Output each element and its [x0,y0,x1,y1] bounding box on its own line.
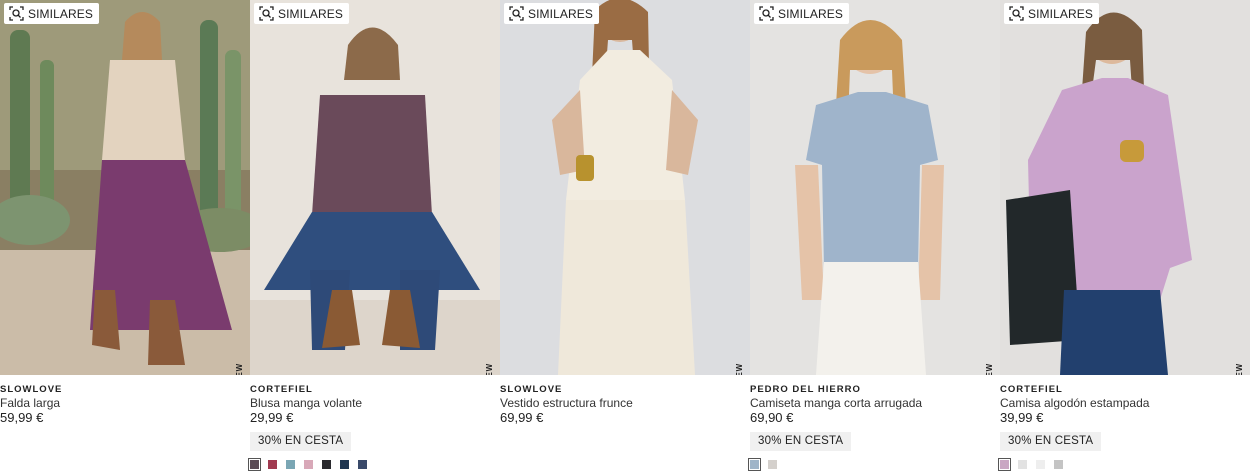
color-swatch[interactable] [358,460,367,469]
new-badge: NEW [1235,363,1244,375]
similar-button[interactable]: SIMILARES [254,3,349,24]
color-swatch[interactable] [768,460,777,469]
color-swatch[interactable] [286,460,295,469]
new-badge: NEW [485,363,494,375]
product-name[interactable]: Falda larga [0,396,250,410]
product-grid: SIMILARES NEW SLOWLOVE Falda larga 59,99… [0,0,1250,472]
product-image[interactable]: SIMILARES NEW [0,0,250,375]
color-swatch[interactable] [1054,460,1063,469]
promo-badge: 30% EN CESTA [1000,432,1102,451]
new-badge: NEW [985,363,994,375]
product-brand: SLOWLOVE [500,384,563,395]
product-card[interactable]: SIMILARES NEW CORTEFIEL Camisa algodón e… [998,0,1250,472]
similar-button[interactable]: SIMILARES [754,3,849,24]
similar-search-icon [259,6,274,21]
product-image[interactable]: SIMILARES NEW [750,0,1000,375]
product-price: 39,99 € [1000,410,1044,425]
color-swatch[interactable] [322,460,331,469]
product-card[interactable]: SIMILARES NEW PEDRO DEL HIERRO Camiseta … [748,0,1000,472]
product-brand: CORTEFIEL [1000,384,1063,395]
product-price: 69,90 € [750,410,794,425]
color-swatch[interactable] [998,458,1011,471]
similar-label: SIMILARES [28,6,93,21]
product-name[interactable]: Blusa manga volante [250,396,500,410]
promo-badge: 30% EN CESTA [250,432,352,451]
similar-button[interactable]: SIMILARES [1004,3,1099,24]
similar-button[interactable]: SIMILARES [4,3,99,24]
color-swatches [248,458,500,471]
product-brand: CORTEFIEL [250,384,313,395]
color-swatch[interactable] [1018,460,1027,469]
new-badge: NEW [235,363,244,375]
similar-search-icon [759,6,774,21]
color-swatches [748,458,1000,471]
product-price: 29,99 € [250,410,294,425]
similar-button[interactable]: SIMILARES [504,3,599,24]
color-swatch[interactable] [340,460,349,469]
similar-label: SIMILARES [528,6,593,21]
product-image[interactable]: SIMILARES NEW [1000,0,1250,375]
product-brand: PEDRO DEL HIERRO [750,384,861,395]
promo-badge: 30% EN CESTA [750,432,852,451]
similar-search-icon [1009,6,1024,21]
product-image[interactable]: SIMILARES NEW [250,0,500,375]
color-swatch[interactable] [1036,460,1045,469]
similar-label: SIMILARES [1028,6,1093,21]
product-card[interactable]: SIMILARES NEW CORTEFIEL Blusa manga vola… [248,0,500,472]
product-name[interactable]: Vestido estructura frunce [500,396,750,410]
similar-search-icon [9,6,24,21]
product-image[interactable]: SIMILARES NEW [500,0,750,375]
product-card[interactable]: SIMILARES NEW SLOWLOVE Falda larga 59,99… [0,0,250,472]
product-price: 69,99 € [500,410,544,425]
product-brand: SLOWLOVE [0,384,63,395]
color-swatch[interactable] [748,458,761,471]
similar-label: SIMILARES [778,6,843,21]
product-name[interactable]: Camisa algodón estampada [1000,396,1250,410]
product-card[interactable]: SIMILARES NEW SLOWLOVE Vestido estructur… [500,0,750,472]
color-swatch[interactable] [304,460,313,469]
similar-search-icon [509,6,524,21]
color-swatch[interactable] [268,460,277,469]
similar-label: SIMILARES [278,6,343,21]
color-swatch[interactable] [248,458,261,471]
new-badge: NEW [735,363,744,375]
product-name[interactable]: Camiseta manga corta arrugada [750,396,1000,410]
color-swatches [998,458,1250,471]
product-price: 59,99 € [0,410,44,425]
